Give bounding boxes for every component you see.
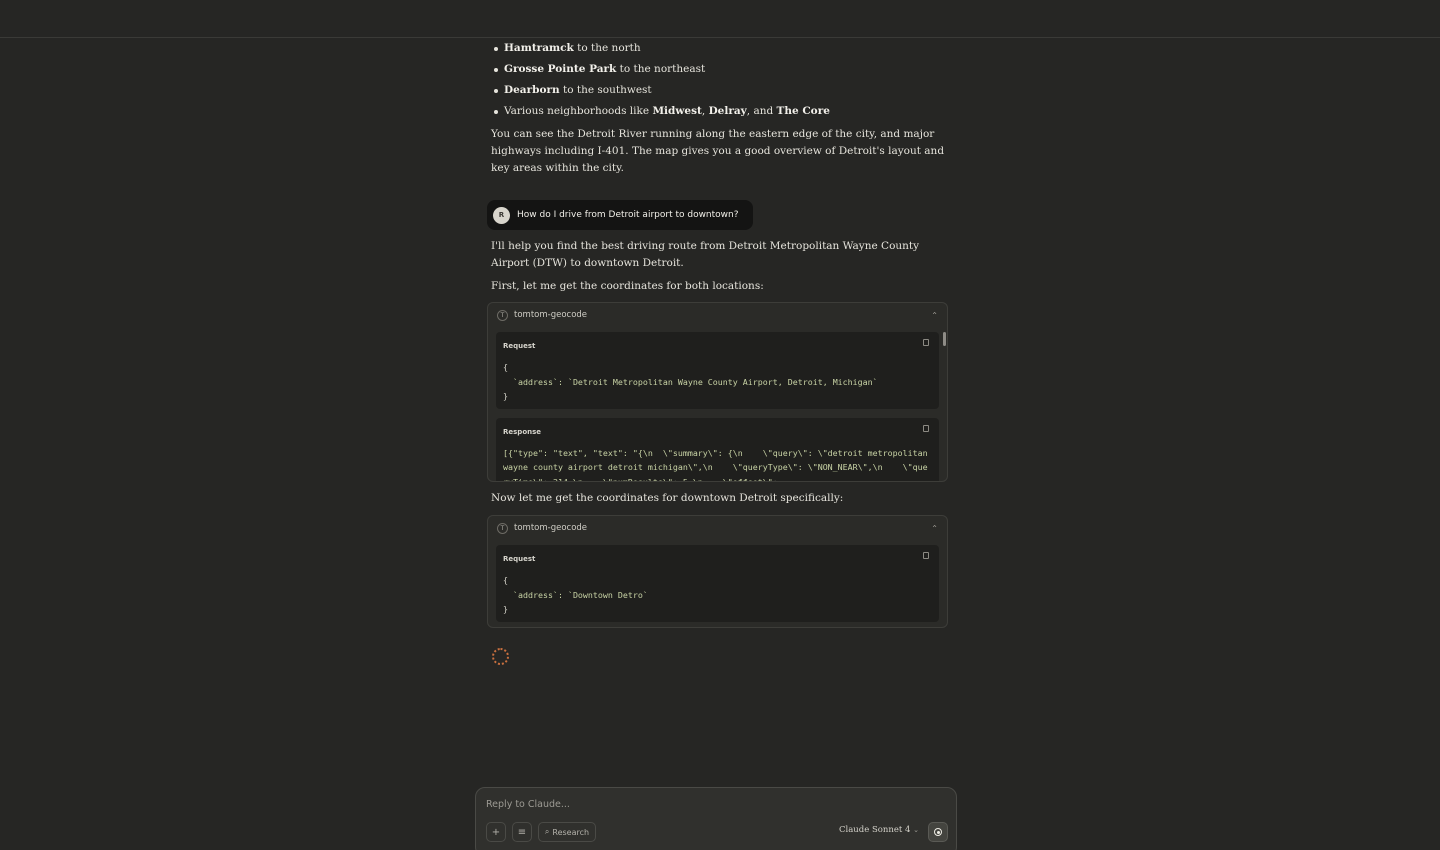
assistant-paragraph: Now let me get the coordinates for downt… [491, 492, 844, 504]
model-selector[interactable]: Claude Sonnet 4 ⌄ [839, 825, 919, 835]
list-item: Hamtramck to the north [491, 40, 947, 57]
list-item: Various neighborhoods like Midwest, Delr… [491, 103, 947, 120]
chevron-down-icon: ⌄ [913, 826, 919, 834]
response-code: [{"type": "text", "text": "{\n \"summary… [503, 447, 933, 482]
response-block: Response [{"type": "text", "text": "{\n … [496, 417, 939, 482]
chevron-up-icon[interactable]: ⌃ [931, 307, 938, 324]
research-button[interactable]: ⌕ Research [538, 822, 596, 842]
tool-call-card: T tomtom-geocode ⌃ Request { `address`: … [487, 515, 948, 628]
list-item: Grosse Pointe Park to the northeast [491, 61, 947, 78]
tool-call-card: T tomtom-geocode ⌃ Request { `address`: … [487, 302, 948, 482]
top-bar [0, 0, 1440, 38]
assistant-paragraph: You can see the Detroit River running al… [491, 128, 945, 174]
tool-call-header[interactable]: T tomtom-geocode ⌃ [488, 516, 947, 540]
request-block: Request { `address`: `Downtown Detro` } [496, 545, 939, 622]
add-button[interactable]: + [486, 822, 506, 842]
copy-icon[interactable] [923, 424, 929, 432]
research-label: Research [552, 827, 590, 837]
reply-input[interactable]: Reply to Claude... [486, 799, 570, 810]
assistant-paragraph: I'll help you find the best driving rout… [491, 240, 920, 269]
plus-icon: + [491, 826, 501, 838]
response-label: Response [503, 427, 542, 436]
model-label: Claude Sonnet 4 [839, 825, 911, 835]
request-block: Request { `address`: `Detroit Metropolit… [496, 332, 939, 409]
tool-icon: T [497, 309, 508, 321]
search-icon: ⌕ [544, 827, 550, 836]
voice-mode-button[interactable] [928, 822, 948, 842]
reply-composer: Reply to Claude... + ≡ ⌕ Research Claude… [475, 787, 957, 850]
conversation: Hamtramck to the north Grosse Pointe Par… [487, 38, 948, 665]
loading-spinner-icon [492, 648, 509, 665]
copy-icon[interactable] [923, 552, 929, 559]
tool-call-header[interactable]: T tomtom-geocode ⌃ [488, 303, 947, 327]
place-list: Hamtramck to the north Grosse Pointe Par… [487, 40, 947, 120]
sliders-icon: ≡ [517, 826, 527, 838]
request-label: Request [503, 555, 536, 563]
request-label: Request [503, 342, 536, 350]
tool-icon: T [497, 522, 508, 534]
scrollbar[interactable] [943, 332, 946, 346]
user-message-text: How do I drive from Detroit airport to d… [517, 209, 739, 220]
tool-name: tomtom-geocode [514, 522, 588, 533]
request-code: { `address`: `Detroit Metropolitan Wayne… [503, 362, 878, 401]
tools-button[interactable]: ≡ [512, 822, 532, 842]
user-message: R How do I drive from Detroit airport to… [487, 200, 753, 230]
assistant-paragraph: First, let me get the coordinates for bo… [491, 280, 764, 292]
voice-icon [934, 828, 942, 836]
avatar: R [493, 206, 510, 224]
chevron-up-icon[interactable]: ⌃ [931, 520, 938, 537]
list-item: Dearborn to the southwest [491, 82, 947, 99]
copy-icon[interactable] [923, 339, 929, 346]
tool-name: tomtom-geocode [514, 309, 588, 320]
request-code: { `address`: `Downtown Detro` } [503, 575, 648, 614]
